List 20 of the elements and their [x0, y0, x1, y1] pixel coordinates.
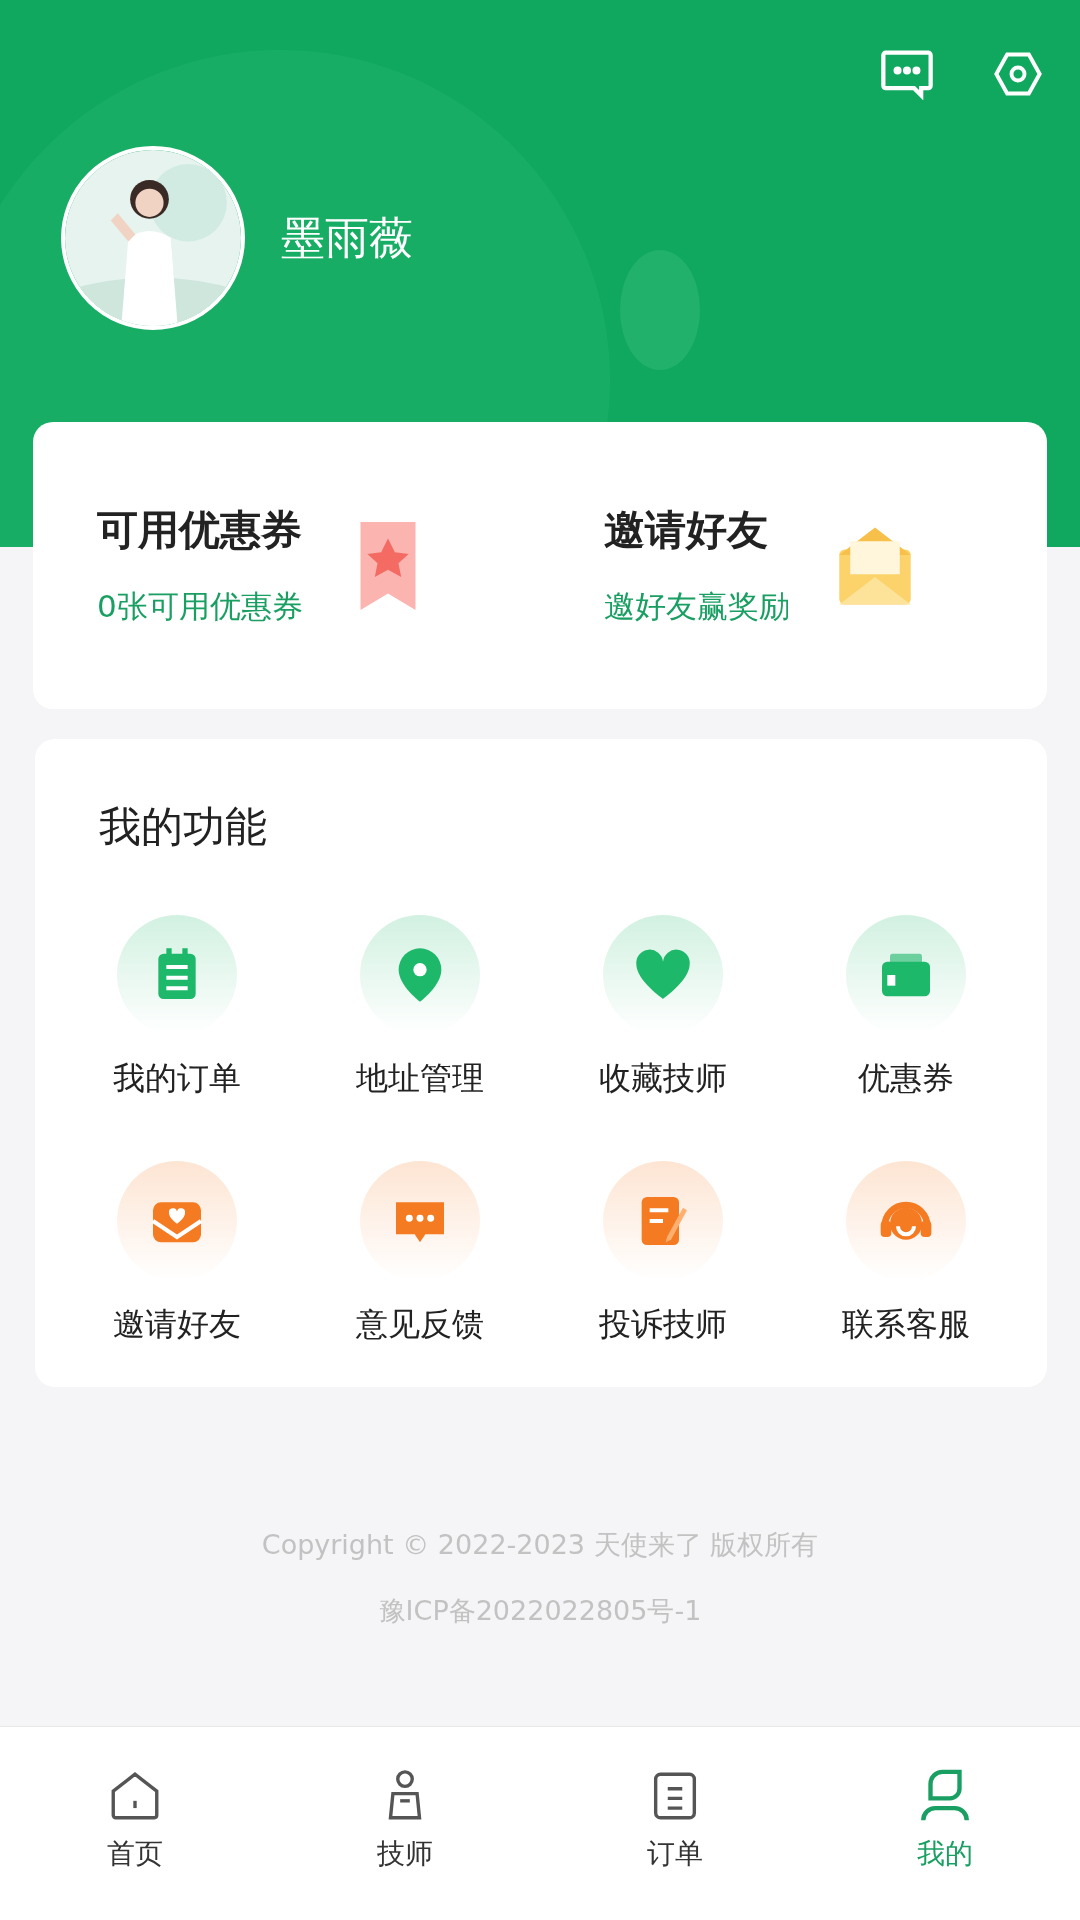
feature-label[interactable]: 我的订单	[112, 1057, 241, 1101]
message-icon[interactable]	[878, 48, 936, 100]
nav-tab[interactable]: 技师	[270, 1727, 540, 1920]
feature-label[interactable]: 意见反馈	[355, 1303, 484, 1347]
feature-label[interactable]: 地址管理	[355, 1057, 484, 1101]
feature-label[interactable]: 联系客服	[841, 1303, 970, 1347]
feature-label[interactable]: 优惠券	[857, 1057, 954, 1101]
promo-title: 邀请好友	[604, 505, 769, 556]
promo-subtitle: 邀好友赢奖励	[604, 587, 790, 626]
promo-card[interactable]: 邀请好友 邀好友赢奖励	[540, 422, 1047, 709]
nav-tab[interactable]: 订单	[540, 1727, 810, 1920]
nav-tab[interactable]: 首页	[0, 1727, 270, 1920]
promo-subtitle: 0张可用优惠券	[97, 587, 303, 626]
feature-label[interactable]: 投诉技师	[598, 1303, 727, 1347]
feature-label[interactable]: 收藏技师	[598, 1057, 727, 1101]
feature-label[interactable]: 邀请好友	[112, 1303, 241, 1347]
username: 墨雨薇	[281, 210, 413, 265]
promo-card[interactable]: 可用优惠券 0张可用优惠券	[33, 422, 540, 709]
promo-title: 可用优惠券	[97, 505, 303, 556]
section-title: 我的功能	[98, 801, 268, 853]
